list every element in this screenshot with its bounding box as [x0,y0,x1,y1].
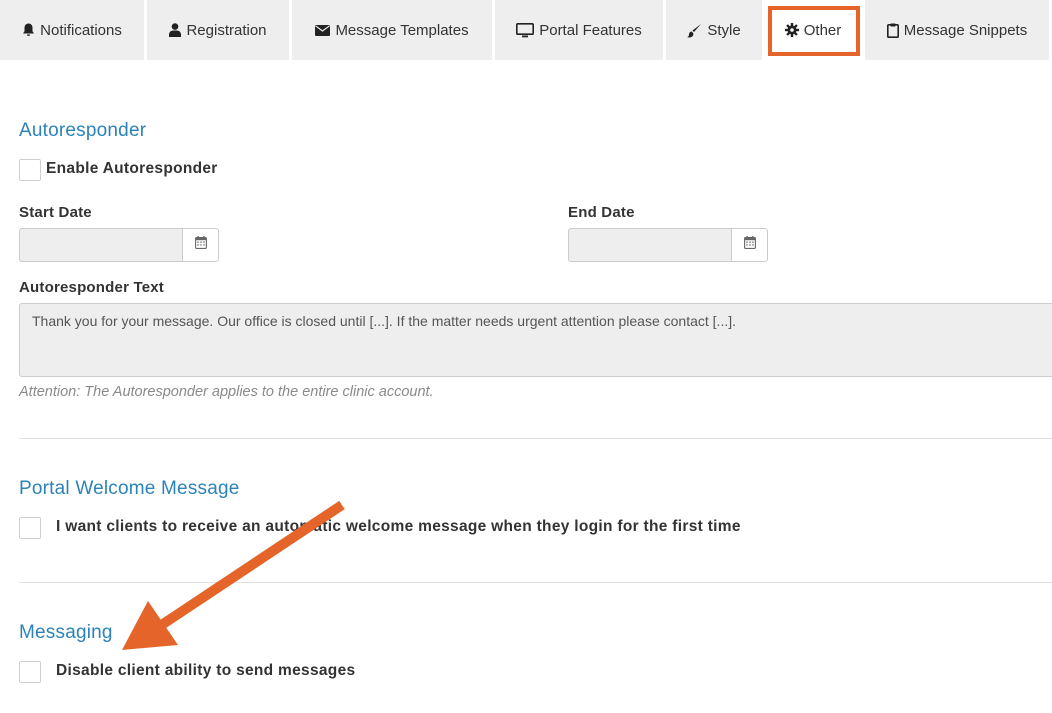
end-date-label: End Date [568,204,635,221]
section-divider [19,582,1052,583]
start-date-group [19,228,219,262]
tab-portal-features[interactable]: Portal Features [495,0,663,60]
messaging-title: Messaging [19,622,113,643]
envelope-icon [315,24,331,36]
portal-welcome-title: Portal Welcome Message [19,478,240,499]
tab-label: Notifications [40,21,122,39]
tab-message-templates[interactable]: Message Templates [292,0,492,60]
start-date-picker-button[interactable] [182,228,219,262]
start-date-label: Start Date [19,204,92,221]
brush-icon [687,23,702,38]
end-date-input[interactable] [568,228,731,262]
autoresponder-title: Autoresponder [19,120,147,141]
end-date-picker-button[interactable] [731,228,768,262]
user-icon [169,23,182,37]
bell-icon [22,23,35,37]
settings-tab-bar: Notifications Registration Message Templ… [0,0,1052,60]
section-divider [19,438,1052,439]
disable-messaging-label: Disable client ability to send messages [56,662,356,679]
calendar-icon [194,236,207,254]
welcome-message-label: I want clients to receive an automatic w… [56,518,741,535]
gear-icon [784,23,799,37]
welcome-message-checkbox[interactable] [19,517,41,539]
autoresponder-text-label: Autoresponder Text [19,279,165,296]
tab-notifications[interactable]: Notifications [0,0,144,60]
tab-label: Message Templates [335,21,469,39]
enable-autoresponder-checkbox[interactable] [19,159,41,181]
tab-label: Style [707,21,741,39]
start-date-input[interactable] [19,228,182,262]
tab-label: Portal Features [539,21,642,39]
tab-label: Message Snippets [903,21,1028,39]
tab-style[interactable]: Style [666,0,762,60]
enable-autoresponder-label: Enable Autoresponder [46,160,218,177]
clipboard-icon [886,23,899,38]
autoresponder-help-text: Attention: The Autoresponder applies to … [19,384,434,400]
tab-registration[interactable]: Registration [147,0,289,60]
tab-label: Registration [186,21,267,39]
tab-message-snippets[interactable]: Message Snippets [865,0,1049,60]
tab-other[interactable]: Other [764,0,862,60]
monitor-icon [516,22,535,38]
disable-messaging-checkbox[interactable] [19,661,41,683]
end-date-group [568,228,768,262]
calendar-icon [743,236,756,254]
tab-label: Other [803,21,842,39]
autoresponder-text-field[interactable]: Thank you for your message. Our office i… [19,303,1052,377]
